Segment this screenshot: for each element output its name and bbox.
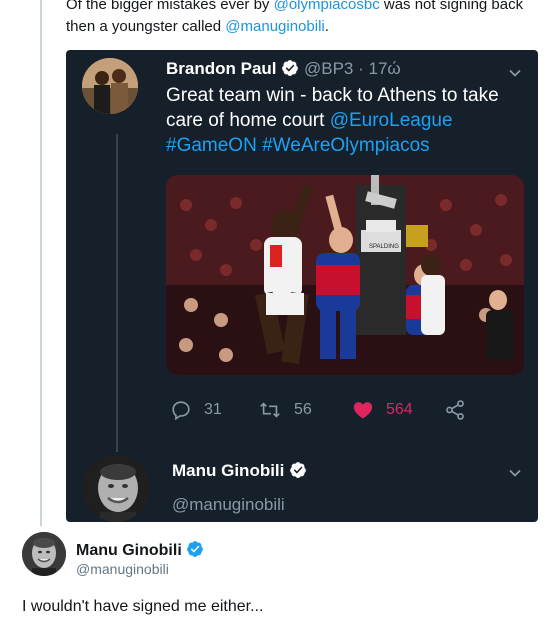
quoted-tweet-header: Brandon Paul @BP3 · 17ώ (166, 59, 401, 78)
heart-filled-icon (353, 402, 373, 419)
reply-author-header: Manu Ginobili (172, 461, 307, 481)
reply-author-name[interactable]: Manu Ginobili (172, 461, 284, 480)
spalding-banner: SPALDING (369, 244, 399, 250)
mention-olympiacosbc[interactable]: @olympiacosbc (274, 0, 380, 13)
like-count: 564 (386, 401, 413, 418)
like-button[interactable]: 564 (352, 398, 413, 422)
mention-euroleague[interactable]: @EuroLeague (330, 110, 453, 131)
reply-author-handle[interactable]: @manuginobili (172, 495, 285, 515)
retweet-icon (260, 402, 280, 418)
verified-badge-icon (290, 462, 306, 478)
verified-badge-icon (282, 60, 299, 76)
card-thread-line (116, 134, 118, 494)
manu-ginobili-avatar[interactable] (22, 532, 66, 576)
main-author-header: Manu Ginobili (76, 540, 204, 560)
main-author-handle[interactable]: @manuginobili (76, 561, 169, 577)
hashtag-gameon[interactable]: #GameON (166, 135, 257, 156)
reply-count: 31 (204, 401, 222, 418)
manu-ginobili-avatar-large[interactable] (80, 452, 152, 522)
quoted-author-name[interactable]: Brandon Paul (166, 59, 277, 78)
share-button[interactable] (444, 398, 478, 422)
tweet-actions-bar: 31 56 564 (166, 398, 466, 422)
reply-button[interactable]: 31 (170, 398, 222, 422)
hashtag-weareolympiacos[interactable]: #WeAreOlympiacos (262, 135, 430, 156)
share-icon (446, 400, 464, 420)
mention-manuginobili[interactable]: @manuginobili (225, 18, 324, 35)
verified-badge-icon (187, 541, 204, 557)
context-tweet-text: Of the bigger mistakes ever by @olympiac… (66, 0, 546, 38)
chevron-down-icon[interactable] (508, 466, 522, 480)
quoted-tweet-text: Great team win - back to Athens to take … (166, 85, 499, 156)
retweet-button[interactable]: 56 (258, 398, 312, 422)
reply-icon (172, 401, 190, 421)
brandon-paul-avatar[interactable] (82, 58, 138, 114)
chevron-down-icon[interactable] (508, 66, 522, 80)
quoted-author-handle[interactable]: @BP3 (304, 59, 353, 78)
tweet-media-photo[interactable]: SPALDING (166, 175, 524, 375)
retweet-count: 56 (294, 401, 312, 418)
main-author-name[interactable]: Manu Ginobili (76, 542, 182, 559)
quoted-tweet-time[interactable]: 17ώ (369, 59, 401, 78)
main-tweet-text: I wouldn't have signed me either... (22, 598, 264, 615)
thread-connector-line (40, 0, 42, 526)
embedded-tweet-card[interactable]: Brandon Paul @BP3 · 17ώ Great team win -… (66, 50, 538, 522)
